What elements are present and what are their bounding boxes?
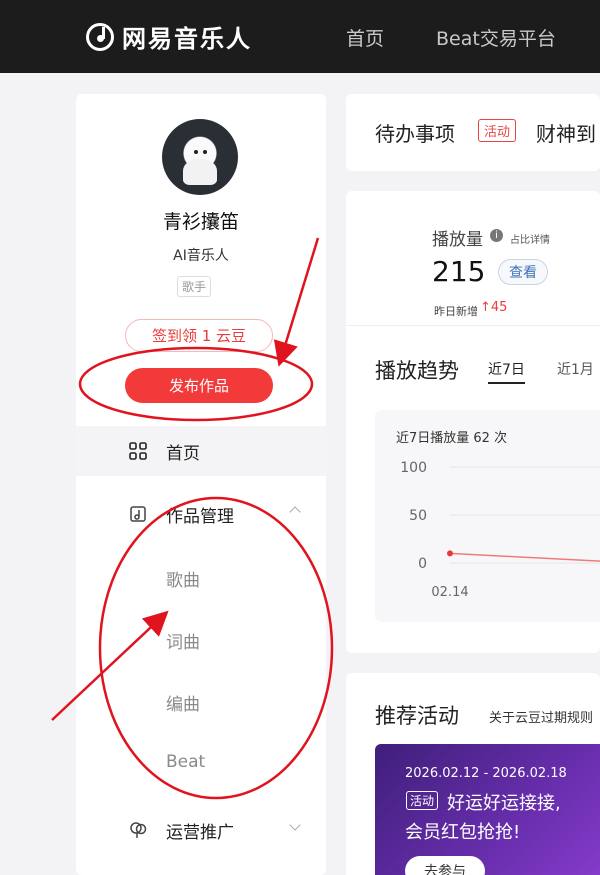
balloon-icon [130,822,147,838]
yesterday-new-number: 45 [490,300,508,315]
play-count-label: 播放量 [432,230,483,250]
activity-tag: 活动 [478,119,517,142]
sidebar-subitem-arrangement[interactable]: 编曲 [166,690,200,715]
music-note-logo-icon [86,22,114,51]
left-sidebar: 青衫攮笛 AI音乐人 歌手 签到领 1 云豆 发布作品 首页 作品管理 歌曲 词… [76,94,326,875]
recommend-card: 推荐活动 关于云豆过期规则 2026.02.12 - 2026.02.18 活动… [346,673,600,875]
recommend-title: 推荐活动 [375,704,459,728]
grid-icon [129,442,147,460]
sidebar-subitem-songs[interactable]: 歌曲 [166,566,200,591]
avatar-dog-eye-left [194,150,198,154]
stats-card: 播放量 i 占比详情 215 查看 昨日新增 ↑45 播放趋势 近7日 近1月 … [346,191,600,653]
sidebar-item-label: 作品管理 [166,506,234,527]
banner-date: 2026.02.12 - 2026.02.18 [405,766,567,781]
tab-1-month[interactable]: 近1月 [557,359,594,379]
brand-logo[interactable]: 网易音乐人 [86,19,252,54]
user-title: AI音乐人 [173,248,229,264]
divider [346,325,600,326]
username: 青衫攮笛 [162,211,239,233]
banner-tag: 活动 [406,791,439,810]
banner-headline-2: 会员红包抢抢! [405,822,521,843]
chevron-up-icon[interactable] [289,506,301,518]
avatar[interactable] [162,119,238,195]
todo-item-text[interactable]: 财神到 [536,118,596,147]
sidebar-subitem-lyrics[interactable]: 词曲 [166,628,200,653]
sidebar-subitem-beat[interactable]: Beat [166,752,205,772]
info-icon[interactable]: i [490,229,503,242]
trend-chart: 近7日播放量 62 次 100 50 0 02.14 [375,410,600,622]
sidebar-item-home[interactable]: 首页 [76,426,326,476]
data-point[interactable] [447,550,453,557]
banner-headline-1: 好运好运接接, [447,793,561,814]
sidebar-item-label: 首页 [166,443,200,464]
series-line [449,552,600,562]
ratio-detail-link[interactable]: 占比详情 [510,231,550,246]
arrow-up-icon: ↑ [480,300,491,315]
sidebar-item-works[interactable]: 作品管理 [76,489,326,539]
join-activity-button[interactable]: 去参与 [405,856,485,875]
todo-card: 待办事项 活动 财神到 [346,94,600,171]
brand-name: 网易音乐人 [122,25,252,53]
chevron-down-icon[interactable] [289,819,301,831]
publish-work-button[interactable]: 发布作品 [125,368,273,403]
nav-home-link[interactable]: 首页 [346,24,384,51]
top-nav-bar: 网易音乐人 首页 Beat交易平台 [0,0,600,73]
sidebar-item-label: 运营推广 [166,822,234,843]
y-tick-label: 100 [400,460,427,476]
tab-7-days[interactable]: 近7日 [488,359,525,384]
checkin-button[interactable]: 签到领 1 云豆 [125,319,273,352]
role-tag: 歌手 [177,276,212,297]
sidebar-item-promotion[interactable]: 运营推广 [76,805,326,855]
y-tick-label: 50 [409,508,427,524]
trend-title: 播放趋势 [375,359,459,383]
trend-line-chart: 100 50 0 02.14 [400,460,600,600]
y-tick-label: 0 [418,556,427,572]
x-tick-label: 02.14 [431,585,468,600]
yundou-expiry-link[interactable]: 关于云豆过期规则 [489,707,593,726]
view-button[interactable]: 查看 [498,259,548,285]
todo-title: 待办事项 [375,122,455,146]
music-folder-icon [130,506,146,522]
play-count-value: 215 [432,255,486,288]
avatar-dog-eye-right [203,150,207,154]
yesterday-new-value: ↑45 [480,300,507,315]
yesterday-new-label: 昨日新增 [434,305,478,318]
activity-banner[interactable]: 2026.02.12 - 2026.02.18 活动 好运好运接接, 会员红包抢… [375,744,600,875]
nav-beat-market-link[interactable]: Beat交易平台 [436,24,556,51]
avatar-dog-figure [183,159,217,185]
